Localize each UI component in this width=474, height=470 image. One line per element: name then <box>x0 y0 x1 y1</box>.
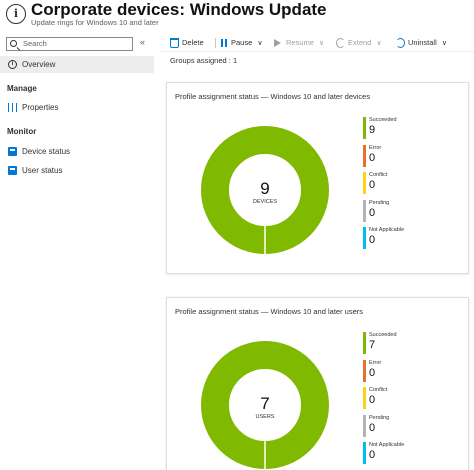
legend-label: Not Applicable <box>369 227 405 233</box>
sidebar-item-properties[interactable]: Properties <box>0 99 154 116</box>
card-title: Profile assignment status — Windows 10 a… <box>175 307 364 316</box>
legend-swatch <box>363 145 366 167</box>
search-input[interactable]: Search <box>6 37 133 51</box>
legend-item-pending[interactable]: Pending 0 <box>363 415 463 437</box>
chevron-down-icon: ∨ <box>441 40 447 47</box>
legend-item-conflict[interactable]: Conflict 0 <box>363 387 463 409</box>
legend-value: 0 <box>369 234 376 246</box>
uninstall-button[interactable]: Uninstall ∨ <box>396 36 447 51</box>
legend-item-succeeded[interactable]: Succeeded 7 <box>363 332 463 354</box>
legend-item-error[interactable]: Error 0 <box>363 360 463 382</box>
legend-label: Error <box>369 145 382 151</box>
play-icon <box>274 39 281 47</box>
legend-label: Succeeded <box>369 117 397 123</box>
legend-swatch <box>363 442 366 464</box>
sidebar-item-label: Properties <box>22 103 59 112</box>
legend-swatch <box>363 360 366 382</box>
legend-label: Pending <box>369 200 390 206</box>
more-options-icon[interactable]: ··· <box>280 0 296 15</box>
extend-label: Extend <box>348 38 372 47</box>
legend-swatch <box>363 117 366 139</box>
uninstall-label: Uninstall <box>408 38 437 47</box>
donut-total: 9 <box>260 179 270 198</box>
device-status-card[interactable]: Profile assignment status — Windows 10 a… <box>166 82 469 274</box>
resume-label: Resume <box>286 38 314 47</box>
toolbar-divider <box>215 38 216 48</box>
legend-value: 0 <box>369 207 376 219</box>
legend-value: 0 <box>369 179 376 191</box>
collapse-sidebar-icon[interactable]: « <box>140 37 145 47</box>
device-status-icon <box>8 147 17 156</box>
legend-item-conflict[interactable]: Conflict 0 <box>363 172 463 194</box>
legend-label: Succeeded <box>369 332 397 338</box>
user-status-card[interactable]: Profile assignment status — Windows 10 a… <box>166 297 469 470</box>
groups-assigned-text: Groups assigned : 1 <box>170 56 238 65</box>
legend-swatch <box>363 200 366 222</box>
legend-item-succeeded[interactable]: Succeeded 9 <box>363 117 463 139</box>
delete-label: Delete <box>182 38 204 47</box>
legend-label: Conflict <box>369 387 388 393</box>
undo-icon <box>396 38 405 48</box>
delete-button[interactable]: Delete <box>170 36 204 50</box>
legend-swatch <box>363 172 366 194</box>
donut-unit-label: USERS <box>255 414 275 420</box>
legend-item-pending[interactable]: Pending 0 <box>363 200 463 222</box>
legend-item-not-applicable[interactable]: Not Applicable 0 <box>363 227 463 249</box>
page-subtitle: Update rings for Windows 10 and later <box>31 18 159 27</box>
toolbar-bottom-divider <box>160 51 474 52</box>
sidebar-item-overview[interactable]: i Overview <box>0 56 154 73</box>
legend-item-error[interactable]: Error 0 <box>363 145 463 167</box>
info-icon: i <box>6 4 26 24</box>
donut-total: 7 <box>260 394 270 413</box>
properties-icon <box>8 103 17 112</box>
sidebar-item-label: Device status <box>22 147 71 156</box>
legend-label: Pending <box>369 415 390 421</box>
extend-button[interactable]: Extend ∨ <box>336 36 382 51</box>
search-placeholder: Search <box>23 39 47 48</box>
legend-swatch <box>363 387 366 409</box>
monitor-section-label: Monitor <box>7 127 37 136</box>
pause-button[interactable]: Pause ∨ <box>219 36 263 51</box>
sidebar-item-device-status[interactable]: Device status <box>0 143 154 160</box>
legend-label: Error <box>369 360 382 366</box>
donut-unit-label: DEVICES <box>252 199 278 205</box>
legend-value: 0 <box>369 394 376 406</box>
resume-button[interactable]: Resume ∨ <box>274 36 324 51</box>
trash-icon <box>170 38 179 48</box>
legend-value: 7 <box>369 339 376 351</box>
legend-swatch <box>363 415 366 437</box>
refresh-icon <box>336 38 345 48</box>
info-icon: i <box>8 60 17 69</box>
legend-swatch <box>363 227 366 249</box>
legend-value: 0 <box>369 449 376 461</box>
card-title: Profile assignment status — Windows 10 a… <box>175 92 371 101</box>
user-status-icon <box>8 166 17 175</box>
sidebar-item-user-status[interactable]: User status <box>0 162 154 179</box>
chevron-down-icon: ∨ <box>257 40 263 47</box>
pause-icon <box>219 38 228 48</box>
chevron-down-icon: ∨ <box>319 40 325 47</box>
legend-value: 0 <box>369 152 376 164</box>
legend-value: 0 <box>369 367 376 379</box>
legend-item-not-applicable[interactable]: Not Applicable 0 <box>363 442 463 464</box>
pause-label: Pause <box>231 38 253 47</box>
legend-label: Conflict <box>369 172 388 178</box>
page: i Corporate devices: Windows Update ··· … <box>0 0 474 470</box>
chevron-down-icon: ∨ <box>376 40 382 47</box>
search-icon <box>10 40 17 47</box>
sidebar-item-label: User status <box>22 166 63 175</box>
legend-value: 9 <box>369 124 376 136</box>
legend-swatch <box>363 332 366 354</box>
legend-label: Not Applicable <box>369 442 405 448</box>
sidebar-item-label: Overview <box>22 60 56 69</box>
command-bar: Delete Pause ∨ Resume ∨ Extend ∨ Uninsta… <box>168 36 474 50</box>
manage-section-label: Manage <box>7 84 37 93</box>
legend-value: 0 <box>369 422 376 434</box>
